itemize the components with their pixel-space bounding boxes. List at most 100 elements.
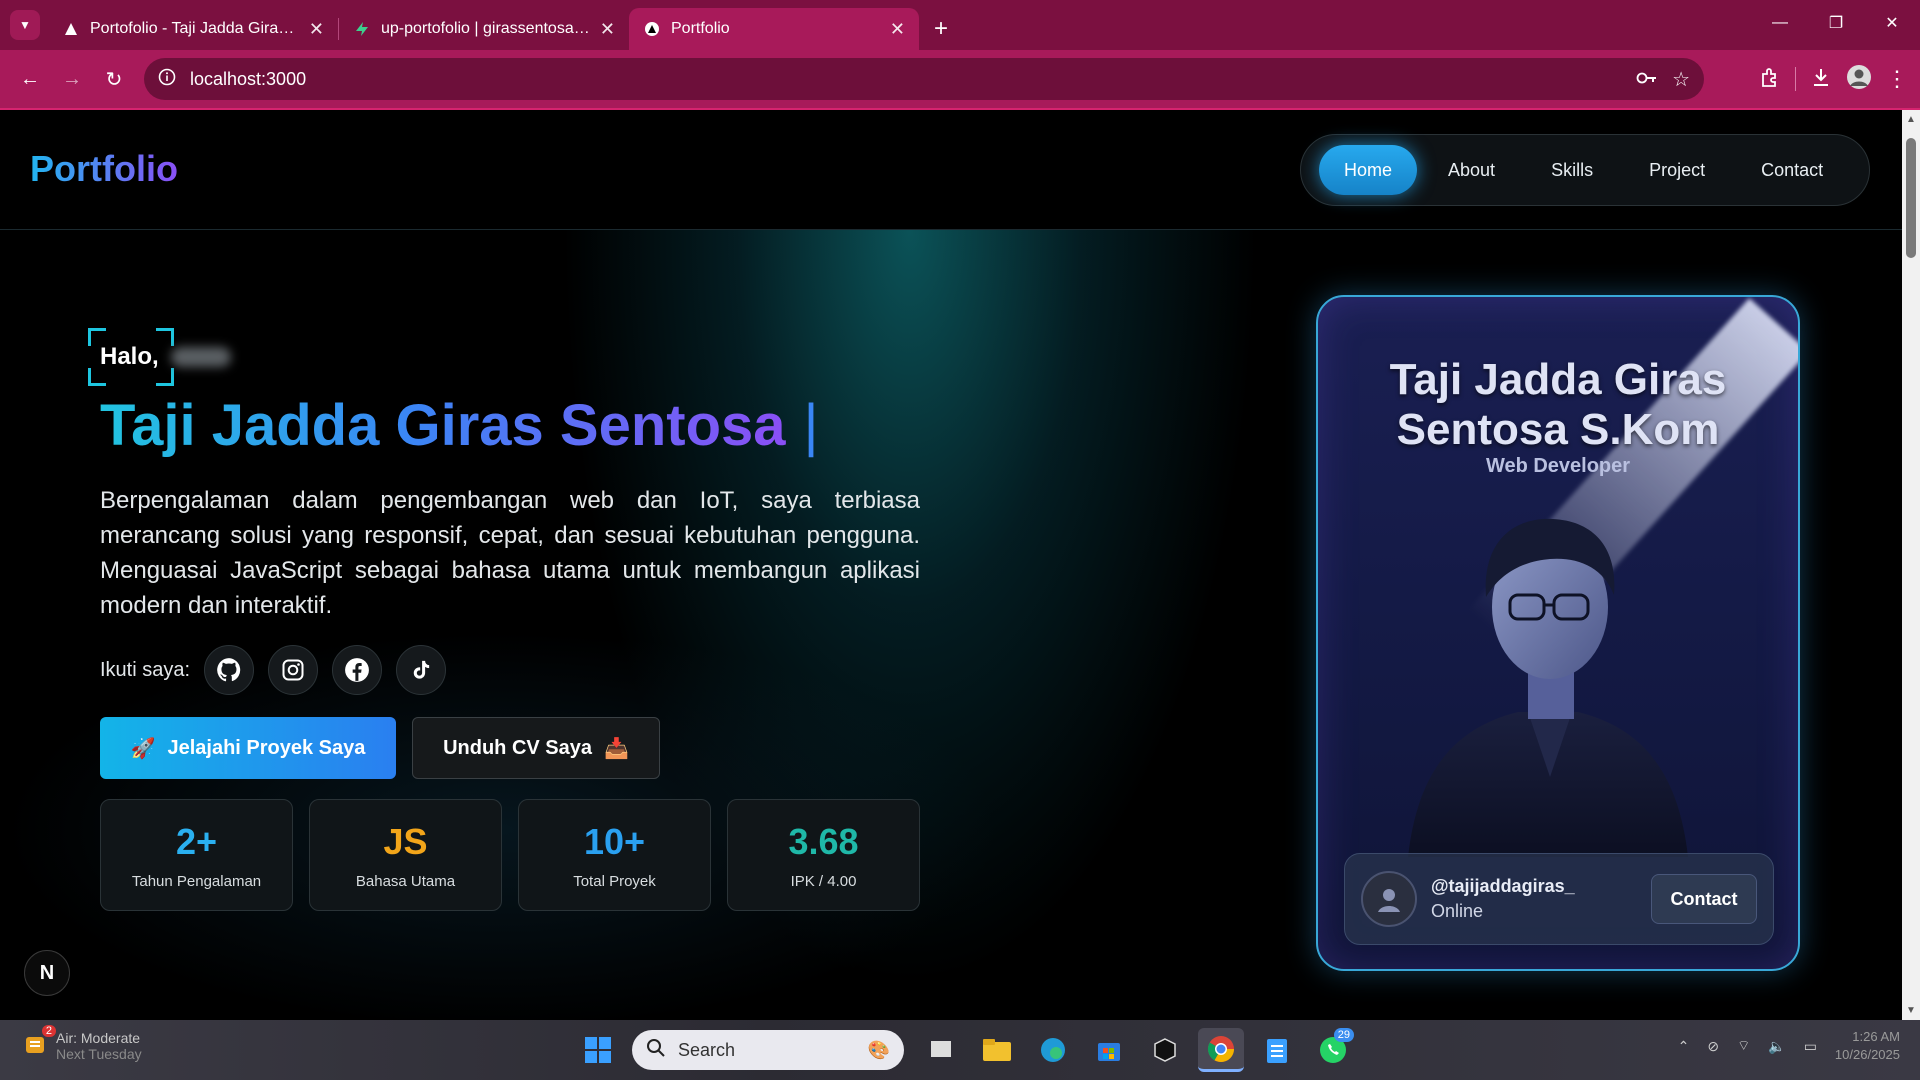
clock-date: 10/26/2025 — [1834, 1047, 1900, 1062]
card-contact-button[interactable]: Contact — [1651, 874, 1757, 924]
close-tab-icon[interactable]: ✕ — [600, 19, 615, 40]
typing-cursor: | — [803, 393, 819, 458]
address-bar[interactable]: localhost:3000 ☆ — [144, 58, 1704, 100]
greeting-frame — [88, 328, 174, 386]
hero-name: Taji Jadda Giras Sentosa | — [100, 392, 920, 459]
microsoft-store-icon[interactable] — [1086, 1028, 1132, 1072]
minimize-icon[interactable]: — — [1752, 0, 1808, 46]
profile-card: Taji Jadda Giras Sentosa S.Kom Web Devel… — [1316, 295, 1800, 971]
close-tab-icon[interactable]: ✕ — [890, 19, 905, 40]
reload-icon[interactable]: ↻ — [96, 61, 132, 97]
instagram-icon[interactable] — [268, 645, 319, 695]
weather-line2: Next Tuesday — [56, 1046, 142, 1062]
stat-card: 3.68 IPK / 4.00 — [727, 799, 920, 911]
no-network-icon[interactable]: ⊘ — [1707, 1038, 1719, 1055]
forward-arrow-icon[interactable]: → — [54, 61, 90, 97]
blurred-typing-text — [170, 347, 231, 367]
stat-value: 10+ — [583, 820, 646, 862]
weather-widget[interactable]: 2 Air: Moderate Next Tuesday — [22, 1024, 142, 1062]
edge-browser-icon[interactable] — [1030, 1028, 1076, 1072]
profile-avatar[interactable] — [1846, 64, 1872, 95]
clock-time: 1:26 AM — [1852, 1029, 1900, 1044]
new-tab-button[interactable]: + — [925, 13, 957, 45]
whatsapp-icon[interactable]: 29 — [1310, 1028, 1356, 1072]
weather-icon: 2 — [22, 1024, 56, 1062]
card-role: Web Developer — [1485, 455, 1631, 477]
close-tab-icon[interactable]: ✕ — [309, 19, 324, 40]
github-icon[interactable] — [204, 645, 255, 695]
explore-projects-button[interactable]: 🚀 Jelajahi Proyek Saya — [100, 717, 396, 779]
system-tray: ⌃ ⊘ ⌔ 🔈 ▭ 1:26 AM 10/26/2025 — [1678, 1028, 1900, 1064]
chrome-icon[interactable] — [1198, 1028, 1244, 1072]
weather-line1: Air: Moderate — [56, 1030, 141, 1046]
browser-tab[interactable]: Portofolio - Taji Jadda Giras Sentosa ✕ — [48, 8, 338, 50]
stat-card: JS Bahasa Utama — [309, 799, 502, 911]
portfolio-page: Portfolio Home About Skills Project Cont… — [0, 110, 1902, 1020]
search-highlight-icon: 🎨 — [867, 1039, 890, 1060]
restore-icon[interactable]: ❐ — [1808, 0, 1864, 46]
windows-start-icon[interactable] — [575, 1028, 621, 1072]
tab-title: Portofolio - Taji Jadda Giras Sentosa — [90, 20, 299, 37]
close-window-icon[interactable]: ✕ — [1864, 0, 1920, 46]
taskbar-search[interactable]: Search 🎨 — [632, 1030, 904, 1070]
nextjs-dev-badge[interactable]: N — [24, 950, 70, 996]
inbox-tray-icon: 📥 — [604, 737, 629, 760]
chevron-up-icon[interactable]: ⌃ — [1678, 1038, 1690, 1055]
windows-taskbar: 2 Air: Moderate Next Tuesday Search 🎨 29… — [0, 1020, 1920, 1080]
nav-home[interactable]: Home — [1319, 145, 1418, 195]
notepad-icon[interactable] — [1254, 1028, 1300, 1072]
card-name: Taji Jadda Giras Sentosa S.Kom — [1389, 355, 1727, 454]
search-icon — [646, 1038, 666, 1063]
follow-label: Ikuti saya: — [100, 658, 191, 681]
scroll-up-arrow-icon[interactable]: ▲ — [1906, 114, 1916, 125]
task-view-icon[interactable] — [918, 1028, 964, 1072]
tab-title: Portfolio — [671, 20, 730, 37]
nav-contact[interactable]: Contact — [1736, 145, 1848, 195]
vercel-favicon-icon — [62, 20, 80, 38]
social-links: Ikuti saya: — [100, 645, 920, 695]
battery-icon[interactable]: ▭ — [1804, 1038, 1817, 1055]
supabase-favicon-icon — [353, 20, 371, 38]
password-key-icon[interactable] — [1636, 69, 1658, 90]
app-cube-icon[interactable] — [1142, 1028, 1188, 1072]
wifi-icon[interactable]: ⌔ — [1737, 1037, 1750, 1055]
stat-label: Bahasa Utama — [355, 872, 456, 890]
browser-tab[interactable]: up-portofolio | girassentosa's Overview … — [339, 8, 629, 50]
site-logo[interactable]: Portfolio — [30, 148, 178, 190]
site-navbar: Portfolio Home About Skills Project Cont… — [0, 110, 1902, 230]
tab-search-button[interactable]: ▼ — [10, 10, 40, 40]
tab-title: up-portofolio | girassentosa's Overview — [381, 20, 590, 37]
download-icon[interactable] — [1810, 66, 1832, 93]
download-cv-label: Unduh CV Saya — [443, 736, 592, 759]
stat-label: Tahun Pengalaman — [131, 872, 262, 890]
more-menu-icon[interactable]: ⋮ — [1886, 66, 1908, 92]
rocket-icon: 🚀 — [130, 737, 156, 760]
facebook-icon[interactable] — [332, 645, 383, 695]
download-cv-button[interactable]: Unduh CV Saya 📥 — [412, 717, 660, 779]
volume-icon[interactable]: 🔈 — [1768, 1038, 1785, 1055]
avatar — [1361, 871, 1417, 927]
back-arrow-icon[interactable]: ← — [12, 61, 48, 97]
scroll-down-arrow-icon[interactable]: ▼ — [1906, 1005, 1916, 1016]
file-explorer-icon[interactable] — [974, 1028, 1020, 1072]
site-info-icon[interactable] — [158, 68, 176, 91]
browser-tab-active[interactable]: Portfolio ✕ — [629, 8, 919, 50]
page-scrollbar[interactable]: ▲ ▼ — [1902, 110, 1920, 1020]
scrollbar-thumb[interactable] — [1906, 138, 1916, 258]
taskbar-clock[interactable]: 1:26 AM 10/26/2025 — [1835, 1028, 1900, 1064]
search-placeholder: Search — [678, 1039, 736, 1060]
weather-badge: 2 — [41, 1024, 56, 1037]
tiktok-icon[interactable] — [396, 645, 447, 695]
stats-row: 2+ Tahun Pengalaman JS Bahasa Utama 10+ … — [100, 799, 920, 911]
nav-menu: Home About Skills Project Contact — [1300, 134, 1870, 206]
toolbar-divider — [1795, 67, 1796, 91]
explore-projects-label: Jelajahi Proyek Saya — [167, 736, 366, 759]
stat-value: JS — [383, 820, 428, 862]
extensions-icon[interactable] — [1759, 66, 1781, 93]
stat-value: 3.68 — [788, 820, 859, 862]
nav-skills[interactable]: Skills — [1526, 145, 1618, 195]
nav-about[interactable]: About — [1423, 145, 1520, 195]
chevron-down-icon: ▼ — [19, 18, 31, 32]
nav-project[interactable]: Project — [1624, 145, 1730, 195]
bookmark-star-icon[interactable]: ☆ — [1672, 67, 1690, 92]
